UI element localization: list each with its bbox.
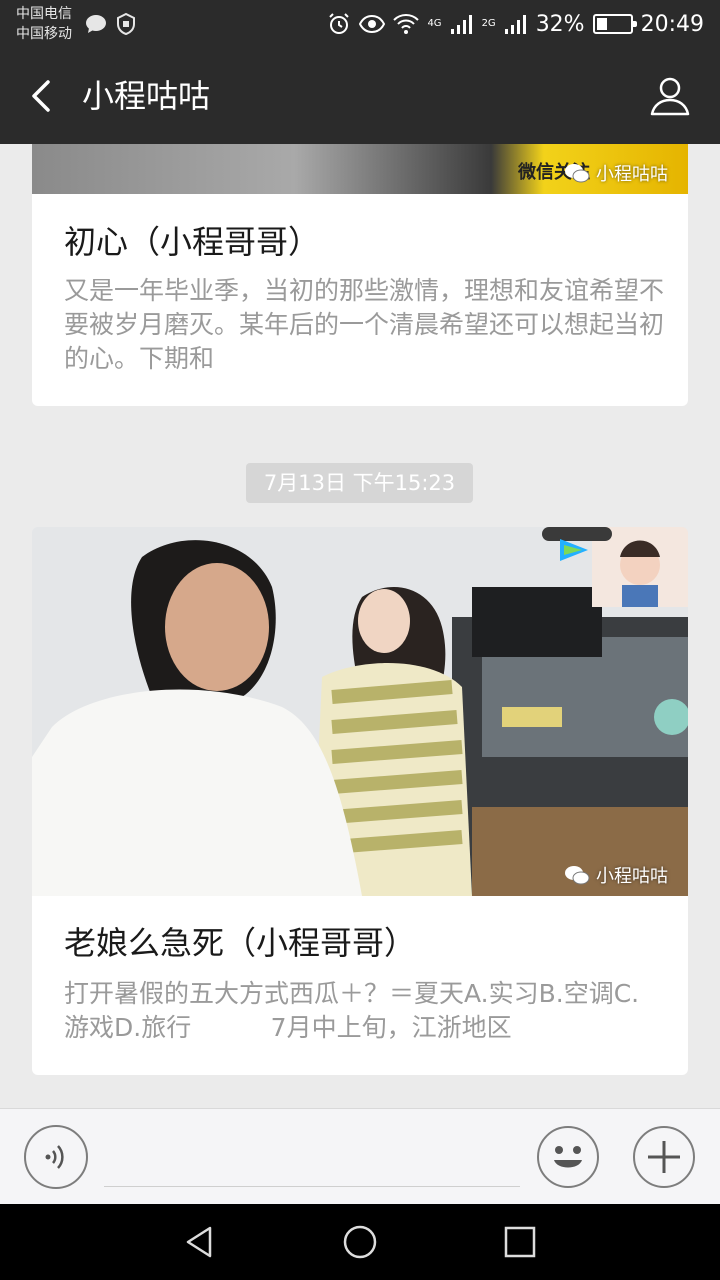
plus-icon[interactable]: [632, 1125, 696, 1189]
network-type-2: 2G: [481, 18, 496, 29]
input-bar: [0, 1108, 720, 1204]
voice-icon: [45, 1145, 64, 1169]
carrier-2: 中国移动: [16, 26, 72, 42]
watermark: 小程咕咕: [564, 160, 668, 186]
watermark-text: 小程咕咕: [596, 866, 668, 887]
message-input[interactable]: [104, 1129, 520, 1187]
signal-icon: [504, 15, 526, 34]
video-logo-icon: [560, 539, 588, 561]
article-title: 老娘么急死（小程哥哥）: [64, 924, 417, 962]
article-description: 打开暑假的五大方式西瓜＋？＝夏天A.实习B.空调C.游戏D.旅行 7月中上旬，江…: [64, 979, 640, 1042]
watermark: 小程咕咕: [564, 862, 668, 888]
voice-button[interactable]: [24, 1125, 88, 1189]
system-nav-bar: [0, 1204, 720, 1280]
shield-icon: [117, 12, 135, 36]
status-right: 4G 2G 32% 20:49: [327, 10, 704, 38]
chat-bubble-icon: [86, 15, 106, 33]
battery-percent: 32%: [535, 11, 585, 37]
signal-icon: [450, 15, 472, 34]
wechat-icon: [565, 866, 590, 885]
article-cover-image[interactable]: 小程咕咕: [32, 527, 688, 896]
title-bar: 小程咕咕: [0, 48, 720, 144]
clock: 20:49: [640, 11, 704, 37]
eye-icon: [359, 14, 386, 34]
person-icon[interactable]: [644, 70, 696, 122]
article-description: 又是一年毕业季，当初的那些激情，理想和友谊希望不要被岁月磨灭。某年后的一个清晨希…: [64, 276, 665, 373]
article-cover-image[interactable]: 微信关注 小程咕咕: [32, 144, 688, 194]
carrier-info: 中国电信 中国移动: [16, 4, 72, 44]
article-title: 初心（小程哥哥）: [64, 223, 321, 261]
watermark-text: 小程咕咕: [596, 164, 668, 185]
battery-icon: [592, 14, 637, 34]
article-card[interactable]: 微信关注 小程咕咕 初心（小程哥哥） 又是一年毕业季，当初的那些激情，理想和友谊…: [32, 144, 688, 406]
wifi-icon: [393, 14, 420, 34]
nav-home-icon[interactable]: [340, 1222, 380, 1262]
battery-fill: [596, 18, 607, 30]
status-bar: 中国电信 中国移动 4G 2G 32% 20:49: [0, 0, 720, 48]
emoji-icon[interactable]: [536, 1125, 600, 1189]
alarm-icon: [329, 13, 350, 34]
article-card[interactable]: 小程咕咕 老娘么急死（小程哥哥） 打开暑假的五大方式西瓜＋？＝夏天A.实习B.空…: [32, 527, 688, 1075]
nav-recent-icon[interactable]: [500, 1222, 540, 1262]
message-timestamp: 7月13日 下午15:23: [246, 463, 473, 503]
cover-photo: [32, 527, 688, 896]
wechat-icon: [565, 164, 590, 183]
page-title: 小程咕咕: [82, 77, 211, 115]
nav-back-icon[interactable]: [180, 1222, 220, 1262]
back-arrow-icon[interactable]: [18, 70, 70, 122]
network-type-1: 4G: [427, 18, 442, 29]
carrier-1: 中国电信: [16, 6, 72, 22]
message-list[interactable]: 微信关注 小程咕咕 初心（小程哥哥） 又是一年毕业季，当初的那些激情，理想和友谊…: [0, 144, 720, 1108]
